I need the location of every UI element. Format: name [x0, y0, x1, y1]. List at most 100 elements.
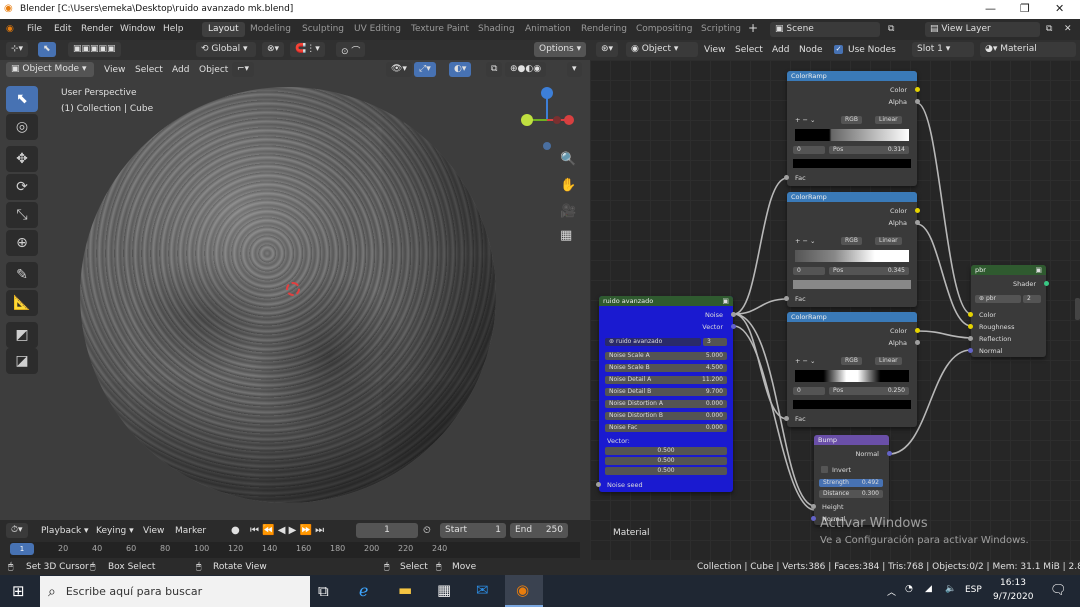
node-header[interactable]: ColorRamp [787, 312, 917, 322]
store-icon[interactable]: ▦ [437, 581, 451, 599]
tab-sculpting[interactable]: Sculpting [296, 22, 350, 37]
tab-animation[interactable]: Animation [519, 22, 577, 37]
textured-sphere[interactable] [80, 87, 496, 503]
options-button[interactable]: Options ▾ [534, 42, 587, 57]
language-indicator[interactable]: ESP [965, 585, 982, 595]
3d-cursor-icon[interactable] [286, 282, 300, 296]
node-header[interactable]: Bump [814, 435, 889, 445]
maximize-icon[interactable]: ❐ [1020, 2, 1030, 15]
field-noise-scale-a[interactable]: Noise Scale A 5.000 [605, 352, 727, 360]
annotate-tool-icon[interactable]: ✎ [6, 262, 38, 288]
field-noise-scale-b[interactable]: Noise Scale B 4.500 [605, 364, 727, 372]
socket-output-shader[interactable] [1044, 281, 1049, 286]
pbr-users-count[interactable]: 2 [1023, 295, 1041, 303]
timeline-menu-playback[interactable]: Playback ▾ [41, 526, 89, 536]
gizmo-x-icon[interactable] [564, 115, 574, 125]
field-noise-distortion-b[interactable]: Noise Distortion B 0.000 [605, 412, 727, 420]
add-workspace-icon[interactable]: + [748, 21, 758, 35]
group-icon[interactable]: ▣ [1035, 266, 1042, 274]
invert-checkbox[interactable] [821, 466, 828, 473]
viewport-menu-add[interactable]: Add [172, 65, 189, 75]
tab-layout[interactable]: Layout [202, 22, 245, 37]
tray-chevron-icon[interactable]: ︿ [887, 585, 896, 598]
current-frame-field[interactable]: 1 [356, 523, 418, 538]
socket-input-fac[interactable] [784, 296, 789, 301]
socket-input-normal[interactable] [968, 348, 973, 353]
shading-options-icon[interactable]: ▾ [567, 62, 582, 77]
socket-output-color[interactable] [915, 328, 920, 333]
stop-color-swatch[interactable] [793, 159, 911, 168]
menu-file[interactable]: File [27, 24, 42, 34]
menu-render[interactable]: Render [81, 24, 113, 34]
interpolation-select[interactable]: Linear [875, 116, 902, 124]
stop-index-field[interactable]: 0 [793, 387, 825, 395]
visibility-icon[interactable]: 👁▾ [386, 62, 412, 77]
vector-z-field[interactable]: 0.500 [605, 467, 727, 475]
edge-browser-icon[interactable]: ℯ [359, 581, 368, 600]
end-frame-field[interactable]: End 250 [510, 523, 568, 538]
tab-rendering[interactable]: Rendering [575, 22, 633, 37]
field-noise-fac[interactable]: Noise Fac 0.000 [605, 424, 727, 432]
add-cube-tool-icon[interactable]: ◩ [6, 322, 38, 348]
stop-position-field[interactable]: Pos 0.314 [829, 146, 909, 154]
pan-hand-icon[interactable]: ✋ [560, 178, 576, 193]
new-scene-icon[interactable]: ⧉ [888, 24, 894, 34]
clock-date[interactable]: 9/7/2020 [993, 592, 1033, 602]
color-ramp-gradient[interactable] [795, 370, 909, 382]
bump-node[interactable]: Bump Normal Invert Strength 0.492 Distanc… [811, 435, 892, 525]
strength-field[interactable]: Strength 0.492 [819, 479, 883, 487]
node-header[interactable]: ColorRamp [787, 192, 917, 202]
tab-texture-paint[interactable]: Texture Paint [405, 22, 475, 37]
transform-affect-icon[interactable]: ⌐▾ [232, 62, 255, 77]
select-tool-icon[interactable]: ⬉ [38, 42, 56, 57]
timeline-menu-view[interactable]: View [143, 526, 164, 536]
timeline-menu-marker[interactable]: Marker [175, 526, 206, 536]
start-frame-field[interactable]: Start 1 [440, 523, 506, 538]
timeline-editor-icon[interactable]: ⏱▾ [6, 523, 28, 538]
field-noise-distortion-a[interactable]: Noise Distortion A 0.000 [605, 400, 727, 408]
socket-output-noise[interactable] [731, 312, 736, 317]
rotate-tool-icon[interactable]: ⟳ [6, 174, 38, 200]
snap-icon[interactable]: 🧲⋮▾ [290, 42, 325, 57]
minimize-icon[interactable]: — [985, 2, 996, 15]
socket-input-color[interactable] [968, 312, 973, 317]
pivot-icon[interactable]: ⊗▾ [262, 42, 285, 57]
cursor-tool-icon[interactable]: ◎ [6, 114, 38, 140]
mail-icon[interactable]: ✉ [476, 581, 489, 599]
group-icon[interactable]: ▣ [722, 297, 729, 305]
navigation-gizmo[interactable] [515, 85, 585, 155]
viewport-menu-view[interactable]: View [104, 65, 125, 75]
distance-field[interactable]: Distance 0.300 [819, 490, 883, 498]
stop-index-field[interactable]: 0 [793, 267, 825, 275]
move-tool-icon[interactable]: ✥ [6, 146, 38, 172]
tray-app-icon[interactable]: ◔ [905, 584, 913, 594]
interpolation-select[interactable]: Linear [875, 237, 902, 245]
ortho-grid-icon[interactable]: ▦ [560, 228, 572, 243]
socket-output-color[interactable] [915, 87, 920, 92]
taskbar-blender[interactable]: ◉ [505, 575, 543, 607]
editor-type-icon[interactable]: ⊹▾ [6, 42, 29, 57]
stop-position-field[interactable]: Pos 0.345 [829, 267, 909, 275]
blender-menu-icon[interactable]: ◉ [6, 24, 14, 34]
record-icon[interactable]: ● [231, 525, 240, 536]
colorramp-node-3[interactable]: ColorRamp Color Alpha + − ⌄ RGB Linear 0… [784, 312, 920, 427]
group-node-ruido-avanzado[interactable]: ruido avanzado ▣ Noise Vector ⊛ ruido av… [596, 296, 736, 492]
transform-tool-icon[interactable]: ⊕ [6, 230, 38, 256]
remove-view-layer-icon[interactable]: ✕ [1064, 24, 1072, 34]
transform-orientation[interactable]: ⟲ Global ▾ [196, 42, 256, 57]
socket-input-fac[interactable] [784, 175, 789, 180]
proportional-edit-icon[interactable]: ⊙ ⌒ [336, 42, 366, 57]
socket-output-alpha[interactable] [915, 340, 920, 345]
gizmo-y-icon[interactable] [521, 114, 533, 126]
viewport-menu-object[interactable]: Object [199, 65, 228, 75]
menu-edit[interactable]: Edit [54, 24, 71, 34]
measure-tool-icon[interactable]: 📐 [6, 290, 38, 316]
tab-compositing[interactable]: Compositing [630, 22, 698, 37]
socket-input-reflection[interactable] [968, 336, 973, 341]
task-view-icon[interactable]: ⧉ [318, 582, 329, 600]
xray-icon[interactable]: ⧉ [486, 62, 503, 77]
stop-color-swatch[interactable] [793, 400, 911, 409]
pbr-group-node[interactable]: pbr ▣ Shader ⊛ pbr 2 Color Roughness Ref… [968, 265, 1049, 357]
color-mode-select[interactable]: RGB [841, 116, 862, 124]
shading-modes-icon[interactable]: ⊕●◐◉ [505, 62, 547, 77]
